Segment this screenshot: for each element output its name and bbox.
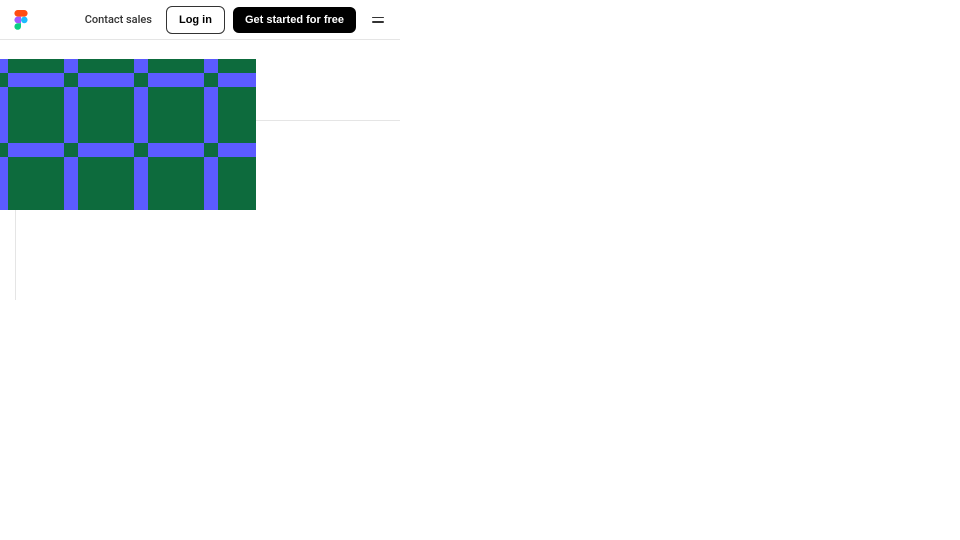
horizontal-divider [256,120,400,121]
pattern-grid [0,59,256,210]
figma-logo[interactable] [14,10,28,30]
login-button[interactable]: Log in [166,6,225,34]
page-header: Contact sales Log in Get started for fre… [0,0,400,40]
figma-logo-icon [14,10,28,30]
header-nav: Contact sales Log in Get started for fre… [79,6,386,34]
hamburger-menu-icon[interactable] [370,11,386,29]
decorative-pattern [0,59,256,210]
contact-sales-link[interactable]: Contact sales [79,7,158,32]
get-started-button[interactable]: Get started for free [233,7,356,33]
